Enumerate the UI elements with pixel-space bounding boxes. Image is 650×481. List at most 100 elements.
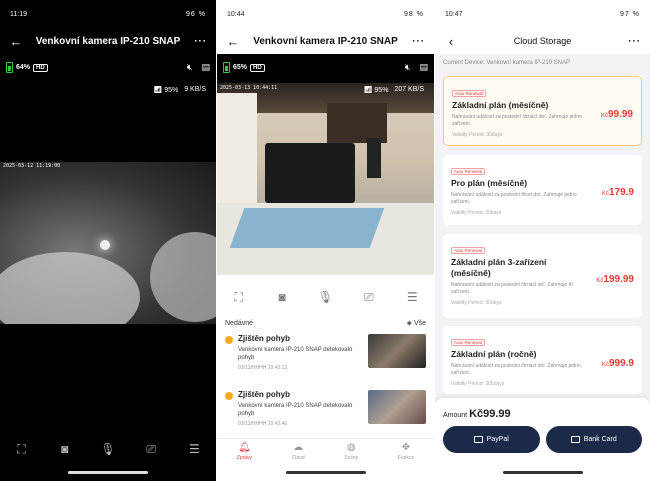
collapse-icon[interactable]: ☰ xyxy=(401,290,423,304)
auto-renewal-badge: Auto Renewal xyxy=(452,90,487,97)
page-title: Venkovní kamera IP-210 SNAP xyxy=(253,35,398,47)
event-title: Zjištěn pohyb xyxy=(238,390,290,399)
bank-card-button[interactable]: Bank Card xyxy=(545,426,642,453)
record-icon[interactable]: ⎚ xyxy=(358,290,380,305)
back-arrow-icon[interactable]: ‹ xyxy=(443,34,459,49)
signal-stats: 📶︎ 95% 207 KB/S xyxy=(364,86,424,94)
auto-renewal-badge: Auto Renewal xyxy=(451,339,486,346)
snapshot-icon[interactable]: ◙ xyxy=(271,290,293,304)
plan-validity: Validity Period: 365days xyxy=(451,381,505,387)
tab-messages[interactable]: 🔔︎ Zprávy xyxy=(237,439,252,466)
home-indicator xyxy=(502,471,583,474)
back-arrow-icon[interactable]: ← xyxy=(225,34,241,49)
camera-feed-day[interactable]: 2025-03-13 10:44:11 xyxy=(217,83,434,275)
plan-card[interactable]: Auto Renewal Základní plán 3-zařízení (m… xyxy=(443,234,642,318)
plan-name: Základní plán (měsíčně) xyxy=(452,100,549,110)
price-value: 999.9 xyxy=(608,358,634,369)
event-thumbnail[interactable] xyxy=(368,334,426,368)
live-view-screen-day: 10:44 98 % ← Venkovní kamera IP-210 SNAP… xyxy=(217,0,434,481)
plan-desc: Nahrávání událostí za poslední čtrnáct d… xyxy=(451,363,581,376)
header: ← Venkovní kamera IP-210 SNAP ⋯ xyxy=(217,28,434,54)
battery-icon xyxy=(6,62,13,73)
alert-dot-icon xyxy=(225,392,233,400)
tab-cloud[interactable]: ☁ Cloud xyxy=(292,439,305,466)
tab-label: Zprávy xyxy=(236,455,253,461)
event-title: Zjištěn pohyb xyxy=(238,334,290,343)
snapshot-icon[interactable]: ◙ xyxy=(54,442,76,456)
bank-card-label: Bank Card xyxy=(583,436,617,443)
auto-renewal-badge: Auto Renewal xyxy=(451,168,486,175)
plan-price: Kč999.9 xyxy=(602,358,634,369)
event-desc: Venkovní kamera IP-210 SNAP detekovalo p… xyxy=(238,347,353,361)
plan-price: Kč99.99 xyxy=(601,109,633,120)
status-time: 10:44 xyxy=(227,10,245,18)
current-device: Current Device: Venkovní kamera IP-210 S… xyxy=(443,60,571,66)
bell-icon: 🔔︎ xyxy=(238,442,251,453)
amount-label: Amount xyxy=(443,412,468,419)
status-battery: 96 % xyxy=(186,10,206,18)
paypal-label: PayPal xyxy=(486,436,509,443)
wifi-strength: 📶︎ 95% xyxy=(363,87,389,94)
header: ‹ Cloud Storage ⋯ xyxy=(435,28,650,54)
menu-icon[interactable]: ☰ xyxy=(183,442,205,456)
tab-scenes[interactable]: ◍ Scény xyxy=(344,439,358,466)
wifi-value: 95% xyxy=(164,87,179,94)
plan-name: Základní plán 3-zařízení (měsíčně) xyxy=(451,257,547,278)
signal-stats: 📶︎ 95% 9 KB/S xyxy=(153,86,206,94)
status-battery: 98 % xyxy=(404,10,424,18)
currency: Kč xyxy=(601,191,609,197)
more-options-icon[interactable]: ⋯ xyxy=(192,33,208,49)
mute-icon[interactable]: 🔇︎ xyxy=(405,62,411,73)
record-icon[interactable]: ⎚ xyxy=(140,442,162,457)
recent-header: Nedávné ◈ Vše xyxy=(217,316,434,330)
price-value: 179.9 xyxy=(608,187,634,198)
status-bar: 11:19 96 % xyxy=(0,0,216,28)
fullscreen-icon[interactable]: ⛶ xyxy=(11,442,33,457)
plan-card[interactable]: Auto Renewal Základní plán (ročně) Nahrá… xyxy=(443,326,642,394)
amount-row: Amount Kč99.99 xyxy=(435,398,650,426)
back-arrow-icon[interactable]: ← xyxy=(8,34,24,49)
control-bar: ⛶ ◙ 🎙︎ ⎚ ☰ xyxy=(0,432,216,466)
layout-icon[interactable]: ▤ xyxy=(419,62,428,73)
plan-validity: Validity Period: 30days xyxy=(451,210,502,216)
plan-card[interactable]: Auto Renewal Pro plán (měsíčně) Nahráván… xyxy=(443,155,642,225)
recent-title: Nedávné xyxy=(225,319,254,327)
feed-timestamp: 2025-03-12 11:19:00 xyxy=(3,163,61,169)
bitrate: 9 KB/S xyxy=(184,86,206,93)
paypal-button[interactable]: PayPal xyxy=(443,426,540,453)
event-time: 03/13/HHHH 10:42:46 xyxy=(238,421,288,427)
plan-desc: Nahrávání událostí za poslední třicet dn… xyxy=(451,192,577,205)
list-item[interactable]: Zjištěn pohyb Venkovní kamera IP-210 SNA… xyxy=(217,386,434,442)
quality-toggle[interactable]: HD xyxy=(33,63,48,72)
plan-desc: Nahrávání událostí za poslední čtrnáct d… xyxy=(452,114,582,127)
mute-icon[interactable]: 🔇︎ xyxy=(187,62,193,73)
battery-icon xyxy=(223,62,230,73)
quality-toggle[interactable]: HD xyxy=(250,63,265,72)
layout-icon[interactable]: ▤ xyxy=(201,62,210,73)
view-all-link[interactable]: ◈ Vše xyxy=(407,319,426,327)
paypal-icon xyxy=(473,436,483,443)
battery-level: 64% xyxy=(16,64,31,71)
fullscreen-icon[interactable]: ⛶ xyxy=(228,290,250,305)
bottom-tab-bar: 🔔︎ Zprávy ☁ Cloud ◍ Scény ✥ Funkce xyxy=(217,438,434,466)
list-item[interactable]: Zjištěn pohyb Venkovní kamera IP-210 SNA… xyxy=(217,330,434,386)
wifi-strength: 📶︎ 95% xyxy=(153,87,179,94)
event-thumbnail[interactable] xyxy=(368,390,426,424)
more-options-icon[interactable]: ⋯ xyxy=(410,33,426,49)
bitrate: 207 KB/S xyxy=(394,86,424,93)
alert-dot-icon xyxy=(225,336,233,344)
status-bar: 10:47 97 % xyxy=(435,0,650,28)
plan-card[interactable]: Auto Renewal Základní plán (měsíčně) Nah… xyxy=(443,76,642,146)
status-battery: 97 % xyxy=(620,10,640,18)
currency: Kč xyxy=(600,113,608,119)
camera-feed-night[interactable]: 2025-03-12 11:19:00 xyxy=(0,162,216,324)
plan-name: Pro plán (měsíčně) xyxy=(451,178,528,188)
microphone-icon[interactable]: 🎙︎ xyxy=(314,290,336,304)
tab-functions[interactable]: ✥ Funkce xyxy=(398,439,414,466)
wifi-value: 95% xyxy=(374,87,389,94)
camera-overlay-top: 64% HD 🔇︎ ▤ xyxy=(6,62,210,73)
more-options-icon[interactable]: ⋯ xyxy=(626,33,642,49)
microphone-icon[interactable]: 🎙︎ xyxy=(97,442,119,456)
cloud-storage-screen: 10:47 97 % ‹ Cloud Storage ⋯ Current Dev… xyxy=(435,0,650,481)
page-title: Cloud Storage xyxy=(513,36,572,46)
